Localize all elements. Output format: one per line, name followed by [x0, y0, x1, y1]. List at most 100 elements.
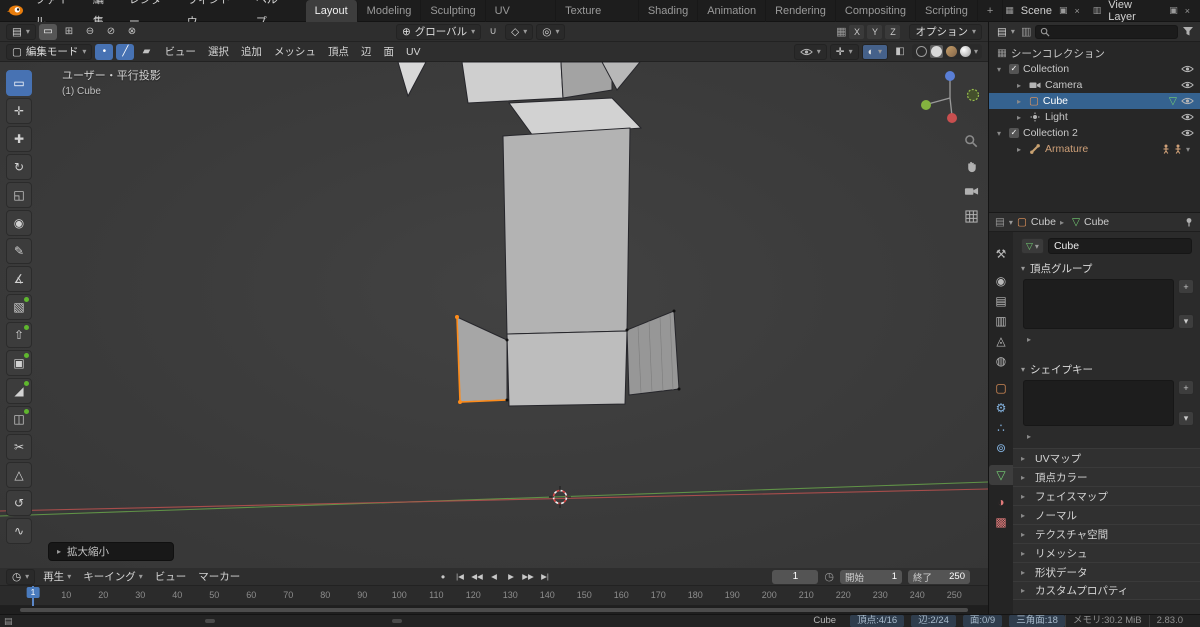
gizmo-neg-y-axis[interactable] [966, 88, 980, 102]
proportional-editing-dropdown[interactable]: ◎ ▾ [536, 23, 566, 40]
gizmo-z-axis[interactable] [945, 71, 955, 81]
remove-view-layer-button[interactable]: × [1183, 6, 1192, 16]
editor-type-button[interactable]: ▤ ▾ [6, 23, 36, 40]
tab-texture[interactable]: ▩ [989, 512, 1013, 532]
list-options-expand-icon[interactable]: ▸ [1027, 432, 1031, 441]
tool-annotate[interactable]: ✎ [6, 238, 32, 264]
add-vertex-group-button[interactable]: + [1178, 279, 1194, 294]
wireframe-shading-button[interactable] [915, 46, 927, 57]
vertex-groups-list[interactable] [1023, 279, 1174, 329]
panel-vertex-colors[interactable]: ▸ 頂点カラー [1013, 467, 1200, 486]
properties-editor-icon[interactable]: ▤ [995, 216, 1005, 228]
camera-view-icon[interactable] [962, 182, 980, 200]
tab-modifiers[interactable]: ⚙ [989, 398, 1013, 418]
scene-selector[interactable]: Scene [1019, 5, 1054, 17]
zoom-icon[interactable] [962, 132, 980, 150]
eye-icon[interactable] [1181, 65, 1194, 73]
overlays-dropdown[interactable]: ◐ ▾ [861, 43, 888, 60]
eye-icon[interactable] [1181, 113, 1194, 121]
gizmo-y-axis[interactable] [921, 100, 931, 110]
xray-toggle[interactable]: ◧ [891, 44, 909, 60]
outliner-row-scene-collection[interactable]: ▦ シーンコレクション [989, 45, 1200, 61]
chevron-down-icon[interactable]: ▾ [1186, 145, 1194, 154]
tab-scene[interactable]: ◬ [989, 331, 1013, 351]
rendered-shading-button[interactable] [959, 46, 971, 57]
expand-icon[interactable]: ▸ [1017, 81, 1025, 90]
select-mode-extend-icon[interactable]: ⊞ [60, 24, 78, 40]
tool-transform[interactable]: ◉ [6, 210, 32, 236]
selected-vertex[interactable] [455, 315, 459, 319]
outliner-row-collection-2[interactable]: ▾ ✓ Collection 2 [989, 125, 1200, 141]
gizmo-x-axis[interactable] [947, 113, 957, 123]
mirror-z-toggle[interactable]: Z [885, 24, 901, 39]
blender-logo-icon[interactable] [6, 4, 24, 17]
menu-timeline-view[interactable]: ビュー [149, 567, 193, 587]
solid-shading-button[interactable] [929, 45, 943, 58]
menu-uv[interactable]: UV [400, 42, 427, 62]
menu-select[interactable]: 選択 [202, 42, 235, 62]
panel-shape-keys-header[interactable]: ▾ シェイプキー [1013, 361, 1200, 378]
menu-playback[interactable]: 再生 ▾ [37, 567, 77, 587]
mesh-lower-box-front[interactable] [506, 330, 628, 407]
expand-icon[interactable]: ▾ [997, 129, 1005, 138]
list-options-expand-icon[interactable]: ▸ [1027, 335, 1031, 344]
tab-object[interactable]: ▢ [989, 378, 1013, 398]
expand-icon[interactable]: ▾ [997, 65, 1005, 74]
select-mode-new-icon[interactable]: ▭ [38, 23, 57, 40]
workspace-tab-texture-paint[interactable]: Texture Paint [556, 0, 639, 39]
tab-object-data[interactable]: ▽ [989, 465, 1013, 485]
mesh-top-box-front[interactable] [461, 62, 564, 104]
workspace-tab-animation[interactable]: Animation [698, 0, 767, 22]
vertex[interactable] [625, 328, 629, 332]
operator-panel[interactable]: ▸ 拡大縮小 [48, 542, 174, 561]
options-dropdown[interactable]: オプション ▾ [909, 23, 982, 40]
panel-uv-maps[interactable]: ▸ UVマップ [1013, 448, 1200, 467]
3d-viewport[interactable]: ユーザー・平行投影 (1) Cube ▭ ✛ ✚ ↻ ◱ ◉ ✎ ∡ ▧ ⇧ ▣ ◢ ◫ ✂ △ ↺ ∿ ▸ 拡… [0, 62, 988, 568]
workspace-tab-rendering[interactable]: Rendering [766, 0, 836, 22]
next-keyframe-button[interactable]: ▶▶ [520, 570, 536, 584]
eye-icon[interactable] [1181, 81, 1194, 89]
workspace-tab-modeling[interactable]: Modeling [358, 0, 422, 22]
tool-cursor[interactable]: ✛ [6, 98, 32, 124]
play-button[interactable]: ▶ [503, 570, 519, 584]
outliner-row-cube[interactable]: ▸ ▢ Cube ▽ [989, 93, 1200, 109]
vertex-group-specials-button[interactable]: ▾ [1178, 314, 1194, 329]
show-hide-dropdown[interactable]: ▾ [793, 43, 827, 60]
mirror-x-toggle[interactable]: X [849, 24, 865, 39]
gizmos-dropdown[interactable]: ✛ ▾ [829, 43, 859, 60]
menu-marker[interactable]: マーカー [192, 567, 246, 587]
new-scene-button[interactable]: ▣ [1057, 5, 1070, 16]
mesh-body-front-face[interactable] [502, 127, 631, 335]
breadcrumb-object[interactable]: Cube [1031, 216, 1056, 228]
panel-texture-space[interactable]: ▸ テクスチャ空間 [1013, 524, 1200, 543]
workspace-tab-shading[interactable]: Shading [639, 0, 699, 22]
tool-move[interactable]: ✚ [6, 126, 32, 152]
tool-inset[interactable]: ▣ [6, 350, 32, 376]
remove-scene-button[interactable]: × [1072, 6, 1081, 16]
previous-keyframe-button[interactable]: ◀◀ [469, 570, 485, 584]
expand-icon[interactable]: ▸ [1017, 113, 1025, 122]
3d-scene[interactable] [0, 62, 988, 568]
outliner-row-collection[interactable]: ▾ ✓ Collection [989, 61, 1200, 77]
menu-add[interactable]: 追加 [235, 42, 268, 62]
tool-rotate[interactable]: ↻ [6, 154, 32, 180]
panel-geometry-data[interactable]: ▸ 形状データ [1013, 562, 1200, 581]
panel-custom-properties[interactable]: ▸ カスタムプロパティ [1013, 581, 1200, 600]
mesh-right-fin[interactable] [626, 310, 680, 396]
workspace-tab-scripting[interactable]: Scripting [916, 0, 978, 22]
tool-extrude[interactable]: ⇧ [6, 322, 32, 348]
mesh-top-left-fin[interactable] [397, 62, 427, 98]
status-editor-icon[interactable]: ▤ [4, 616, 13, 627]
workspace-tab-sculpting[interactable]: Sculpting [421, 0, 486, 22]
pan-hand-icon[interactable] [962, 157, 980, 175]
snap-toggle[interactable]: ∪ [484, 24, 502, 40]
add-shape-key-button[interactable]: + [1178, 380, 1194, 395]
outliner-editor-type-button[interactable]: ▤ ▾ [995, 24, 1017, 40]
collection-checkbox[interactable]: ✓ [1009, 128, 1019, 138]
filter-icon[interactable] [1182, 26, 1194, 37]
play-reverse-button[interactable]: ◀ [486, 570, 502, 584]
jump-to-start-button[interactable]: |◀ [452, 570, 468, 584]
tool-smooth[interactable]: ∿ [6, 518, 32, 544]
tool-bevel[interactable]: ◢ [6, 378, 32, 404]
transform-orientation-dropdown[interactable]: ⊕ グローバル ▾ [395, 23, 482, 40]
